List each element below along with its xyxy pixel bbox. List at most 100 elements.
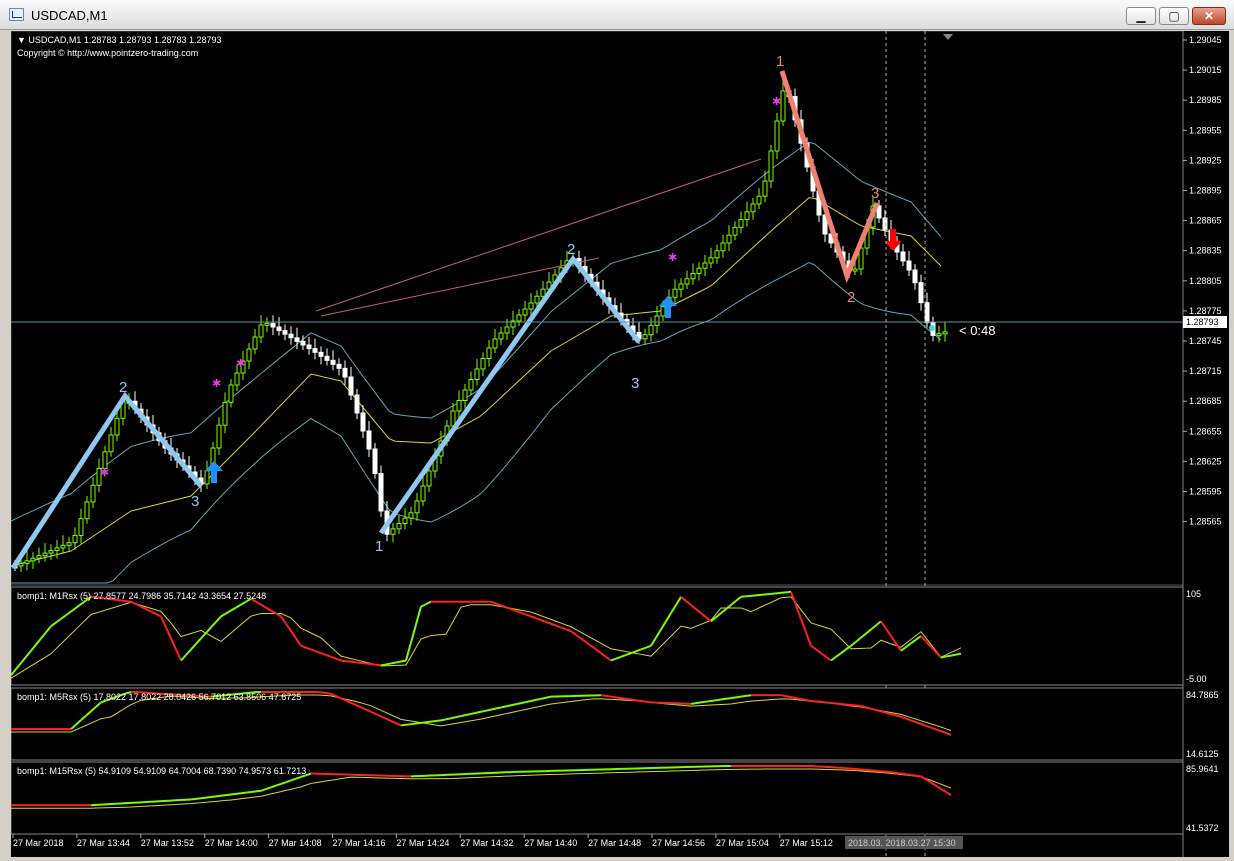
candle-countdown: < 0:48 <box>959 323 996 338</box>
rsx-segment <box>545 695 552 699</box>
chart-copyright: Copyright © http://www.pointzero-trading… <box>17 48 198 58</box>
close-button[interactable]: ✕ <box>1192 7 1226 25</box>
candle-body <box>114 417 120 436</box>
candle-body <box>504 326 510 334</box>
candle-body <box>486 347 492 359</box>
candle-body <box>102 451 108 469</box>
rsx-segment <box>510 703 517 707</box>
rsx-segment <box>840 702 847 706</box>
candle-body <box>378 473 384 512</box>
candle-body <box>60 544 66 549</box>
rsx-segment <box>345 660 352 663</box>
time-axis[interactable]: 27 Mar 2018 27 Mar 13:44 27 Mar 13:52 27 Ma… <box>11 833 1183 848</box>
chart-window[interactable]: ✱ ✱ ✱ ✱ ✱ ▼ USDCAD,M1 1.28783 1.28793 1.2878… <box>11 31 1229 857</box>
candle-body <box>42 552 48 557</box>
wave-label-up-1: 1 <box>375 538 383 555</box>
candle-body <box>852 268 858 272</box>
price-tick-label: 1.29015 <box>1189 65 1222 75</box>
rsx-segment <box>700 700 707 704</box>
minimize-button[interactable]: ▁ <box>1126 7 1156 25</box>
candle-body <box>762 180 768 197</box>
star-marker-icon: ✱ <box>212 378 221 390</box>
indicator-pane-3[interactable]: bomp1: M15Rsx (5) 54.9109 54.9109 64.700… <box>11 761 1219 835</box>
indicator-label: bomp1: M15Rsx (5) 54.9109 54.9109 64.700… <box>17 766 306 776</box>
rsx-segment <box>860 705 867 709</box>
price-tick-label: 1.28745 <box>1189 336 1222 346</box>
time-tick-label: 27 Mar 13:44 <box>77 838 130 848</box>
rsx-segment <box>400 659 407 663</box>
candle-body <box>294 337 300 342</box>
rsx-segment <box>820 700 827 704</box>
rsx-segment <box>355 661 362 664</box>
time-tick-label: 27 Mar 2018 <box>13 838 64 848</box>
wave-label-down-1: 1 <box>776 53 784 70</box>
star-marker-icon: ✱ <box>772 96 781 108</box>
rsx-segment <box>940 655 947 659</box>
rsx-segment <box>915 774 922 778</box>
rsx-segment <box>535 697 542 701</box>
price-tick-label: 1.28775 <box>1189 306 1222 316</box>
indicator-bottom-label: 41.5372 <box>1186 823 1219 833</box>
candle-body <box>756 195 762 205</box>
indicator-frame <box>11 586 1184 686</box>
rsx-segment <box>905 773 912 776</box>
rsx-segment <box>500 705 507 709</box>
rsx-segment <box>730 696 737 700</box>
candle-body <box>906 260 912 271</box>
rsx-segment <box>515 702 522 706</box>
candle-body <box>942 331 948 335</box>
candle-body <box>492 338 498 349</box>
candle-body <box>918 282 924 304</box>
candle-body <box>426 470 432 487</box>
candle-body <box>450 410 456 427</box>
candle-body <box>780 90 786 122</box>
rsx-segment <box>850 703 857 707</box>
price-tick-label: 1.28565 <box>1189 517 1222 527</box>
rsx-segment <box>710 699 717 702</box>
star-marker-icon: ✱ <box>236 358 245 370</box>
candle-body <box>732 226 738 236</box>
wave-label-up-2b: 2 <box>567 241 575 258</box>
time-tick-label: 27 Mar 14:08 <box>269 838 322 848</box>
indicator-label: bomp1: M1Rsx (5) 27.8577 24.7986 35.7142… <box>17 591 266 601</box>
rsx-segment <box>410 722 417 726</box>
price-tick-label: 1.28925 <box>1189 155 1222 165</box>
price-tick-label: 1.28985 <box>1189 95 1222 105</box>
candle-body <box>54 547 60 551</box>
rsx-segment <box>395 660 402 664</box>
candle-body <box>24 560 30 564</box>
rsx-segment <box>245 791 252 794</box>
rsx-segment <box>215 794 222 798</box>
price-axis[interactable]: 1.29045 1.29015 1.28985 1.28955 1.28925 1.288… <box>1182 31 1222 857</box>
indicator-pane-1[interactable]: bomp1: M1Rsx (5) 27.8577 24.7986 35.7142… <box>11 586 1207 686</box>
rsx-segment <box>795 697 802 701</box>
rsx-segment <box>440 718 447 722</box>
time-tick-label: 27 Mar 15:04 <box>716 838 769 848</box>
candle-body <box>84 501 90 520</box>
wave-label-up-3a: 3 <box>191 493 199 510</box>
candle-body <box>396 523 402 530</box>
indicator-bottom-label: -5.00 <box>1186 674 1207 684</box>
price-tick-label: 1.28685 <box>1189 396 1222 406</box>
candle-body <box>642 334 648 340</box>
rsx-segment <box>900 772 907 776</box>
indicator-bottom-label: 14.6125 <box>1186 749 1219 759</box>
rsx-segment <box>705 699 712 703</box>
candle-body <box>204 470 210 485</box>
rsx-segment <box>865 706 872 710</box>
indicator-pane-2[interactable]: bomp1: M5Rsx (5) 17.8022 17.8022 28.0426… <box>11 687 1219 761</box>
rsx-segment <box>445 717 452 721</box>
price-tick-label: 1.28715 <box>1189 366 1222 376</box>
rsx-segment <box>890 713 897 717</box>
rsx-segment <box>895 771 902 775</box>
candle-body <box>318 351 324 357</box>
rsx-segment <box>815 700 822 703</box>
main-price-pane[interactable] <box>11 31 1184 586</box>
rsx-segment <box>400 723 407 727</box>
candle-body <box>402 517 408 524</box>
chart-header: ▼ USDCAD,M1 1.28783 1.28793 1.28783 1.28… <box>17 35 222 45</box>
rsx-segment <box>125 600 132 603</box>
rsx-segment <box>505 704 512 708</box>
maximize-button[interactable]: ▢ <box>1159 7 1189 25</box>
rsx-segment <box>480 709 487 713</box>
